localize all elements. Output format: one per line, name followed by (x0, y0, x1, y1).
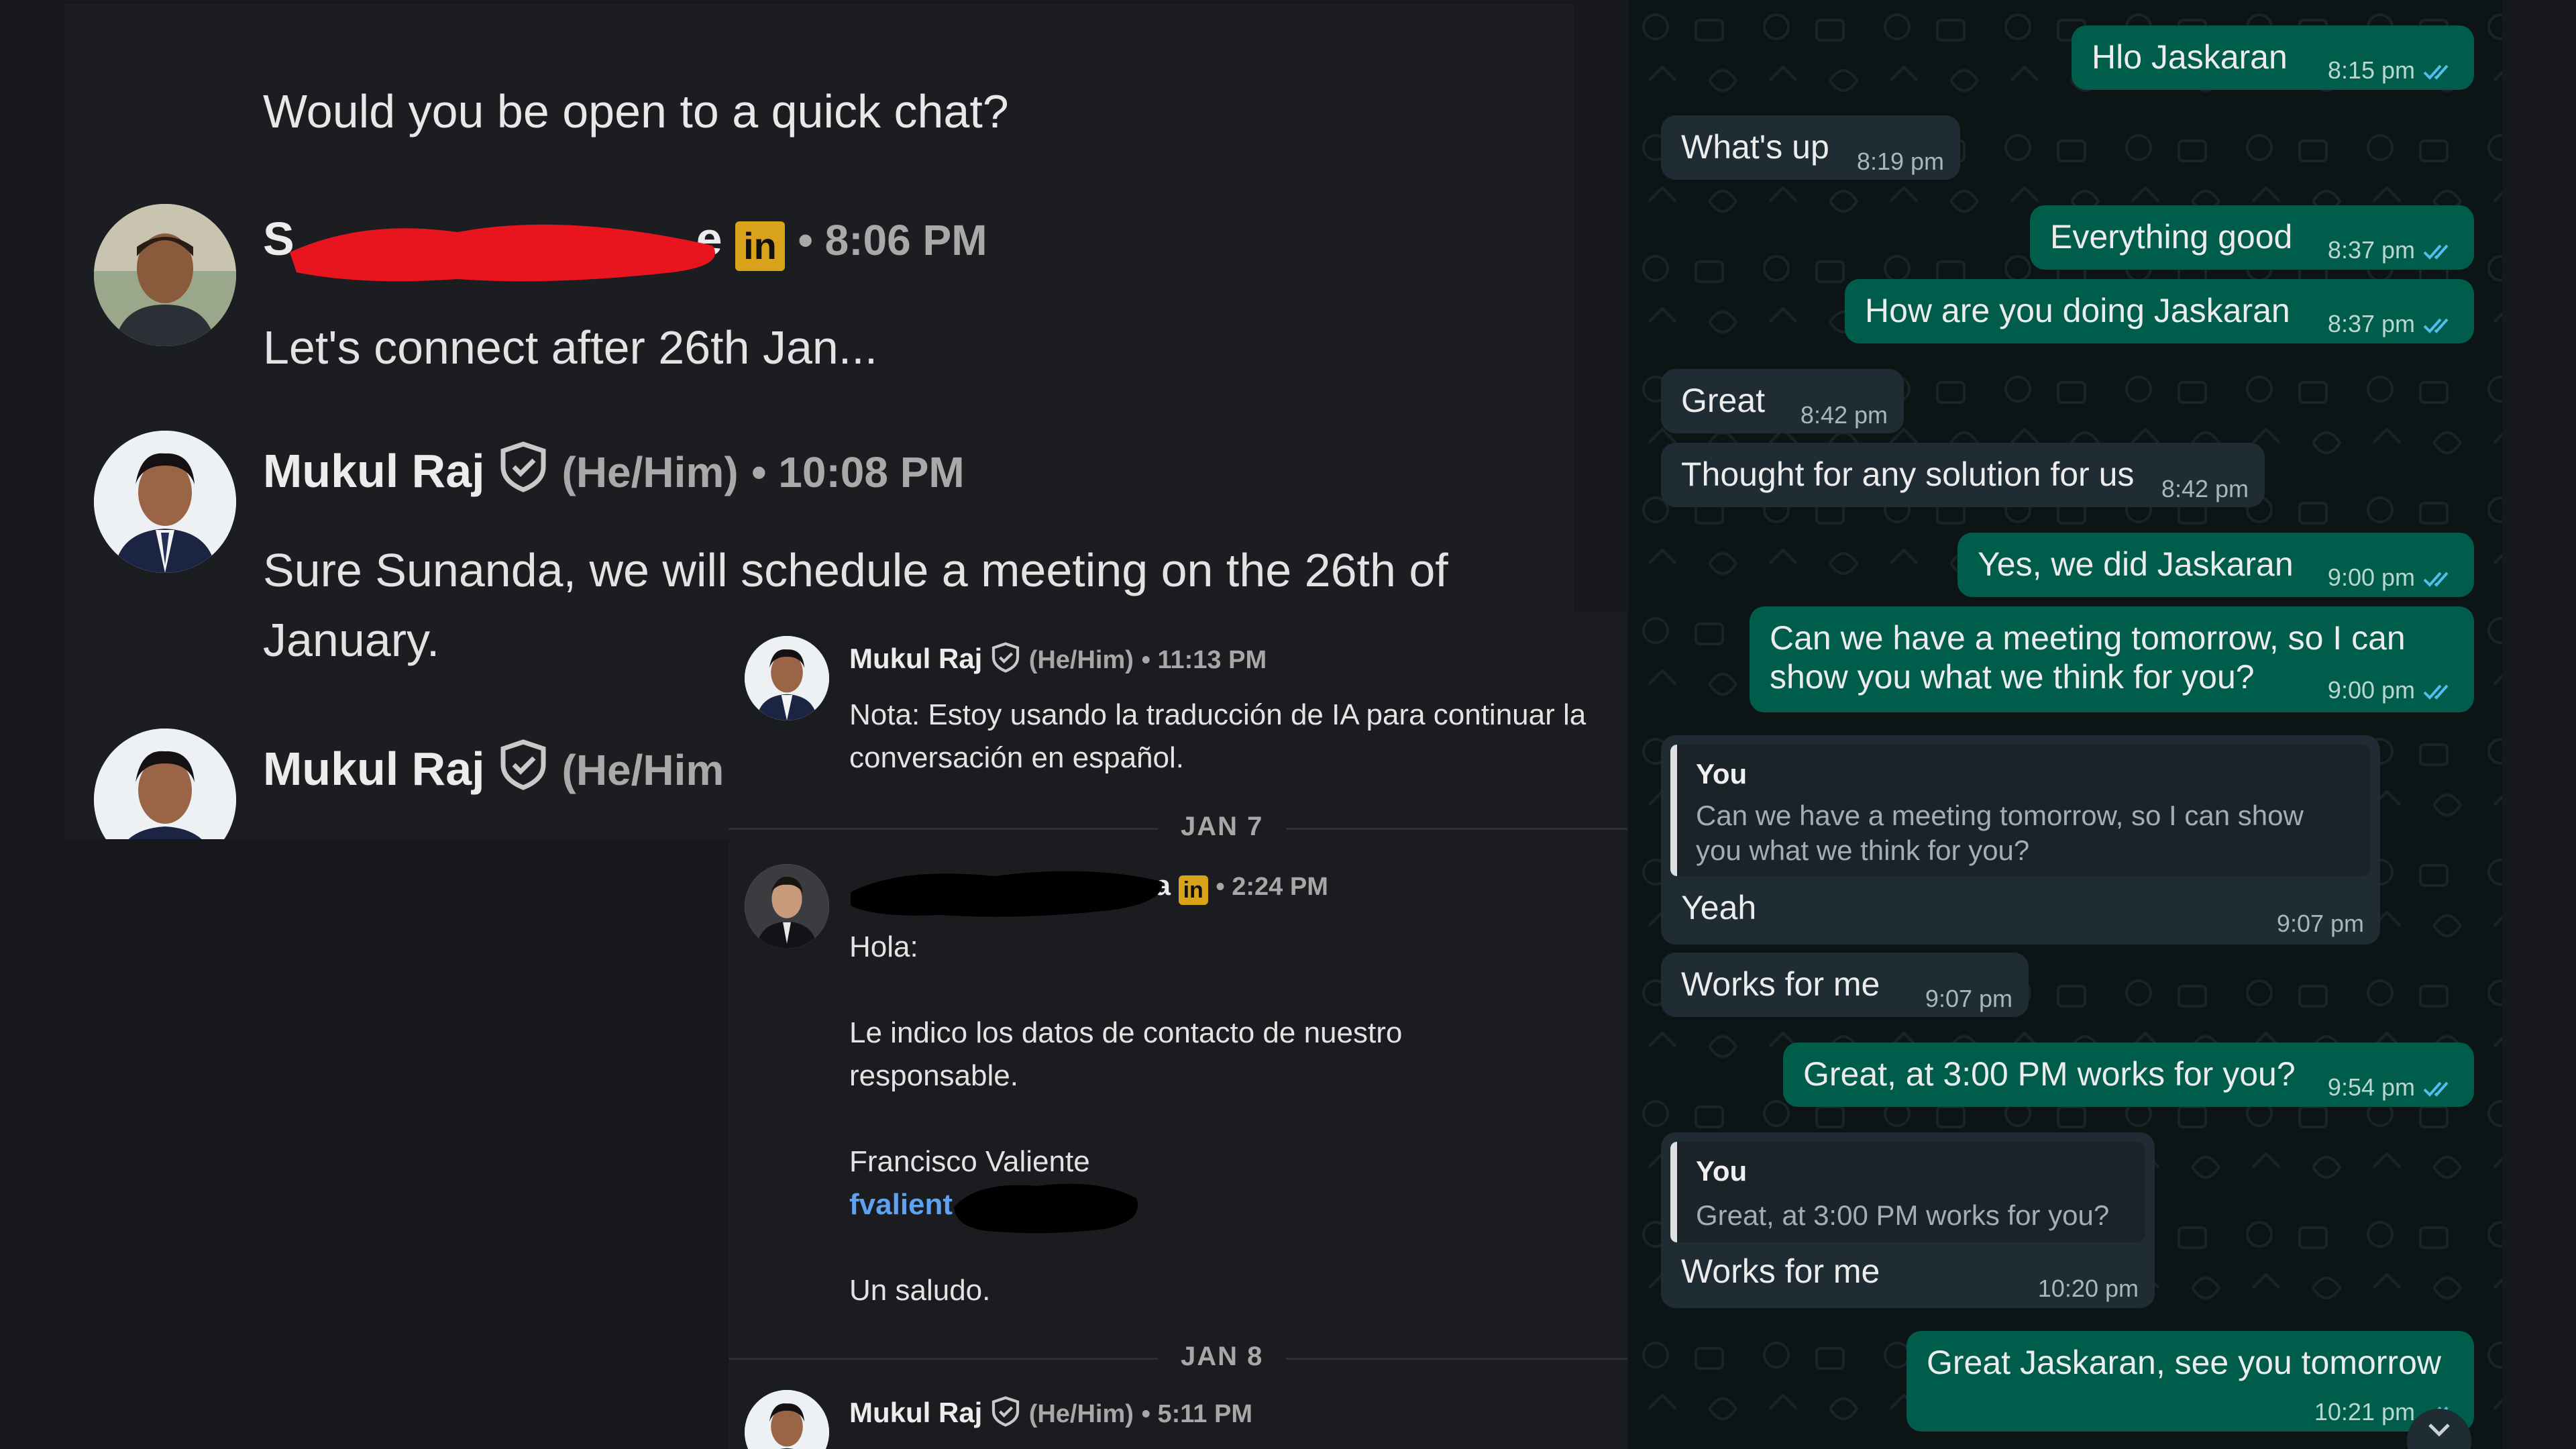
message-text: Everything good (2050, 218, 2293, 256)
message-time: • 8:06 PM (798, 216, 987, 264)
message-text-line: Can we have a meeting tomorrow, so I can (1770, 619, 2406, 657)
message-bubble-outgoing[interactable]: How are you doing Jaskaran 8:37 pm (1845, 279, 2474, 343)
message-bubble-outgoing[interactable]: Everything good 8:37 pm (2030, 205, 2474, 270)
redaction-mark (290, 224, 715, 282)
message-bubble-incoming[interactable]: Thought for any solution for us 8:42 pm (1661, 443, 2265, 507)
message-time: • 11:13 PM (1141, 646, 1267, 674)
message-text-line: show you what we think for you? (1770, 658, 2255, 696)
message-bubble-incoming[interactable]: What's up 8:19 pm (1661, 115, 1960, 180)
quoted-message[interactable]: You Great, at 3:00 PM works for you? (1670, 1142, 2145, 1242)
sender-name[interactable]: Mukul Raj (He/Him) • 11:13 PM (849, 641, 1267, 675)
read-ticks-icon (2423, 572, 2449, 588)
date-label: JAN 8 (1158, 1342, 1287, 1372)
quote-author: You (1696, 1155, 1748, 1187)
message-text: Great (1681, 382, 1766, 419)
message-text: Hlo Jaskaran (2092, 38, 2288, 76)
message-time: 8:37 pm (2328, 310, 2458, 338)
pronouns: (He/Him) (1028, 646, 1134, 674)
quote-text-line: Can we have a meeting tomorrow, so I can… (1696, 800, 2304, 831)
verified-shield-icon (500, 441, 546, 492)
message-bubble-incoming[interactable]: Great 8:42 pm (1661, 369, 1904, 433)
message-bubble-outgoing[interactable]: Hlo Jaskaran 8:15 pm (2072, 25, 2474, 90)
verified-shield-icon (991, 1396, 1020, 1427)
pronouns: (He/Him) (561, 448, 739, 496)
message-text: Le indico los datos de contacto de nuest… (849, 1016, 1403, 1092)
message-time: 8:42 pm (1800, 401, 1888, 429)
pronouns: (He/Him) (1028, 1400, 1134, 1428)
message-bubble-incoming[interactable]: Works for me 9:07 pm (1661, 953, 2029, 1017)
message-time: 9:00 pm (2328, 564, 2458, 592)
message-greeting: Hola: (849, 930, 918, 963)
message-time: • 5:11 PM (1141, 1400, 1252, 1428)
date-label: JAN 7 (1158, 812, 1287, 842)
message-text: Let's connect after 26th Jan... (263, 321, 878, 374)
sender-avatar[interactable] (94, 204, 236, 346)
message-text: Thought for any solution for us (1681, 455, 2135, 493)
message-text: Great Jaskaran, see you tomorrow (1927, 1344, 2441, 1381)
message-time: 8:15 pm (2328, 56, 2458, 85)
scroll-down-button[interactable] (2407, 1409, 2471, 1449)
quote-author: You (1696, 758, 1748, 790)
message-time: 9:00 pm (2328, 676, 2458, 704)
contact-email-link[interactable]: fvalient (849, 1183, 953, 1226)
verified-shield-icon (991, 642, 1020, 673)
message-bubble-outgoing[interactable]: Great, at 3:00 PM works for you? 9:54 pm (1783, 1042, 2474, 1107)
read-ticks-icon (2423, 685, 2449, 700)
sender-name[interactable]: Mukul Raj (He/Him) • 10:08 PM (263, 440, 965, 498)
sender-name[interactable]: Mukul Raj (He/Him) • 5:11 PM (849, 1395, 1252, 1429)
message-closing: Un saludo. (849, 1274, 991, 1307)
redaction-mark (954, 1183, 1138, 1234)
message-text: Great, at 3:00 PM works for you? (1803, 1055, 2296, 1093)
message-bubble-outgoing[interactable]: Great Jaskaran, see you tomorrow 10:21 p… (1907, 1331, 2474, 1432)
read-ticks-icon (2423, 245, 2449, 260)
whatsapp-chat-panel: Hlo Jaskaran 8:15 pm What's up 8:19 pm E… (1629, 0, 2502, 1449)
message-time: 8:37 pm (2328, 236, 2458, 264)
verified-shield-icon (500, 739, 546, 790)
message-time: 10:20 pm (2037, 1275, 2139, 1302)
message-time: • 2:24 PM (1216, 873, 1328, 901)
message-text: Nota: Estoy usando la traducción de IA p… (849, 698, 1587, 774)
read-ticks-icon (2423, 1082, 2449, 1097)
message-time: 8:42 pm (2161, 475, 2249, 502)
read-ticks-icon (2423, 65, 2449, 80)
message-time: 9:07 pm (1925, 985, 2012, 1012)
mukul-raj-avatar[interactable] (94, 431, 236, 573)
quote-text-line: Great, at 3:00 PM works for you? (1696, 1199, 2110, 1231)
scroll-down-chevron-icon (2428, 1424, 2450, 1437)
linkedin-premium-badge-icon: in (1178, 875, 1208, 905)
message-text: Works for me (1681, 965, 1880, 1003)
mukul-raj-avatar[interactable] (745, 636, 829, 720)
linkedin-thread-panel-spanish: Mukul Raj (He/Him) • 11:13 PM Nota: Esto… (729, 612, 1627, 1449)
redaction-mark (851, 871, 1163, 917)
sender-name[interactable]: Mukul Raj (He/Him (263, 738, 724, 796)
message-text: What's up (1681, 128, 1829, 166)
message-bubble-outgoing[interactable]: Can we have a meeting tomorrow, so I can… (1750, 606, 2474, 712)
pronouns: (He/Him (561, 746, 724, 794)
message-text: Yes, we did Jaskaran (1978, 545, 2294, 583)
mukul-raj-avatar[interactable] (745, 1390, 829, 1449)
previous-message-text: Would you be open to a quick chat? (263, 85, 1009, 138)
message-time: 9:07 pm (2276, 910, 2364, 937)
quote-text-line: you what we think for you? (1696, 835, 2030, 866)
mukul-raj-avatar[interactable] (94, 729, 236, 839)
linkedin-premium-badge-icon: in (735, 221, 785, 271)
read-ticks-icon (2423, 319, 2449, 334)
message-bubble-incoming-reply[interactable]: You Can we have a meeting tomorrow, so I… (1661, 735, 2380, 945)
sender-avatar[interactable] (745, 864, 829, 949)
message-text: How are you doing Jaskaran (1865, 292, 2290, 329)
message-time: • 10:08 PM (751, 448, 965, 496)
message-bubble-outgoing[interactable]: Yes, we did Jaskaran 9:00 pm (1957, 533, 2474, 597)
quoted-message[interactable]: You Can we have a meeting tomorrow, so I… (1670, 745, 2371, 876)
message-bubble-incoming-reply[interactable]: You Great, at 3:00 PM works for you? Wor… (1661, 1132, 2155, 1308)
message-text: Works for me (1681, 1252, 1880, 1290)
message-time: 9:54 pm (2328, 1073, 2458, 1102)
message-time: 8:19 pm (1856, 148, 1944, 175)
message-text: Yeah (1681, 889, 1757, 926)
